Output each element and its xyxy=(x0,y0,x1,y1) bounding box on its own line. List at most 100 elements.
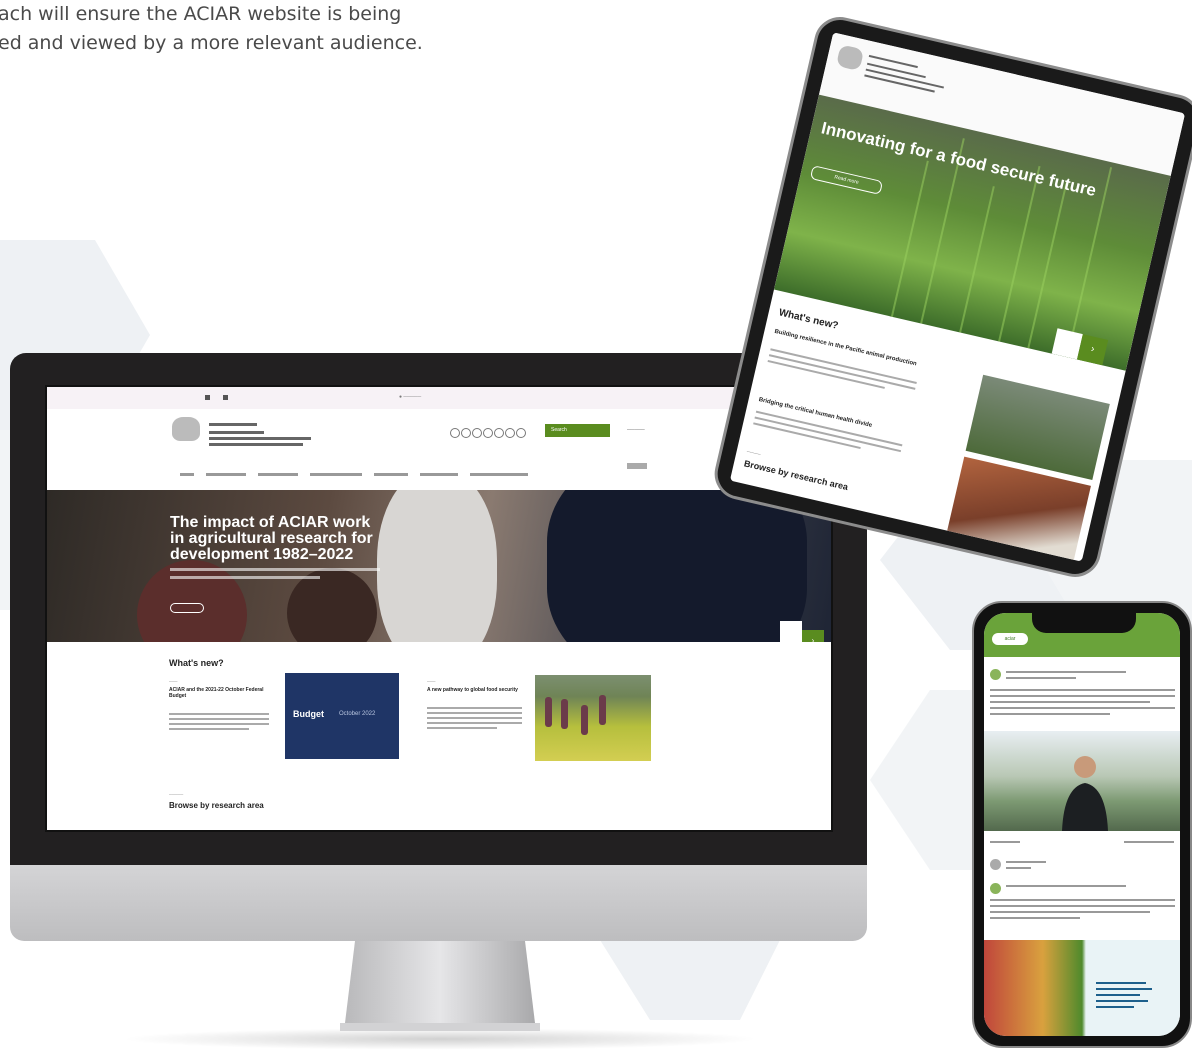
social-icon[interactable] xyxy=(461,428,471,438)
social-icon[interactable] xyxy=(505,428,515,438)
nav-item[interactable] xyxy=(180,473,194,477)
tablet-hero-button[interactable]: Read more xyxy=(809,165,884,195)
main-navigation xyxy=(180,466,540,484)
intro-line-1: ach will ensure the ACIAR website is bei… xyxy=(0,3,402,25)
phone-social-feed-screen: aciar xyxy=(984,613,1180,1036)
comment-avatar[interactable] xyxy=(990,859,1001,870)
site-utility-bar: ● ───── xyxy=(47,387,831,409)
budget-label: Budget xyxy=(293,709,324,719)
card-excerpt-line xyxy=(169,728,249,730)
card-excerpt-line xyxy=(767,359,885,389)
budget-sublabel: October 2022 xyxy=(339,711,376,717)
nav-item[interactable] xyxy=(310,473,362,477)
hero-read-more-button[interactable] xyxy=(170,603,204,613)
news-card-title[interactable]: A new pathway to global food security xyxy=(427,687,522,693)
card-excerpt-line xyxy=(427,717,522,719)
field-workers-photo[interactable] xyxy=(535,675,651,761)
nav-item[interactable] xyxy=(258,473,298,477)
card-excerpt-line xyxy=(427,722,522,724)
post-meta-line xyxy=(990,841,1020,843)
card-excerpt-line xyxy=(753,422,861,450)
hero-subtitle xyxy=(170,568,380,571)
browse-eyebrow: ───── xyxy=(746,448,762,457)
profile-avatar[interactable] xyxy=(990,669,1001,680)
tablet-whats-new-heading: What's new? xyxy=(777,307,840,332)
card-excerpt-line xyxy=(754,416,902,453)
hero-subtitle xyxy=(170,576,320,579)
post-text-line xyxy=(1006,677,1076,679)
nav-item[interactable] xyxy=(470,473,528,477)
tablet-news-card-title[interactable]: Building resilience in the Pacific anima… xyxy=(774,329,922,370)
social-icon[interactable] xyxy=(472,428,482,438)
card-category-label: ─── xyxy=(169,679,178,684)
comment-text-line xyxy=(1006,867,1031,869)
header-search-button[interactable]: Search xyxy=(545,424,610,437)
monitor-stand xyxy=(340,941,540,1031)
post-text-line xyxy=(990,707,1175,709)
hero-banner: The impact of ACIAR work in agricultural… xyxy=(47,490,831,642)
post-meta-line xyxy=(1124,841,1174,843)
hero-title: The impact of ACIAR work in agricultural… xyxy=(170,514,373,563)
australian-government-crest-logo[interactable] xyxy=(172,417,200,441)
browse-eyebrow: ───── xyxy=(169,792,184,797)
utility-link[interactable]: ● ───── xyxy=(399,394,421,400)
hero-carousel-controls: › xyxy=(780,621,824,642)
comment-text-line xyxy=(1006,861,1046,863)
hero-photo-person xyxy=(287,568,377,642)
logo-text-line xyxy=(209,423,257,426)
card-excerpt-line xyxy=(169,713,269,715)
post-text-line xyxy=(1006,885,1126,887)
facebook-icon[interactable] xyxy=(205,395,210,400)
card-excerpt-line xyxy=(169,718,269,720)
news-card-title[interactable]: ACIAR and the 2021-22 October Federal Bu… xyxy=(169,687,269,699)
post-text-line xyxy=(990,905,1175,907)
social-icon[interactable] xyxy=(483,428,493,438)
post-text-line xyxy=(1006,671,1126,673)
post-video-thumbnail[interactable] xyxy=(984,731,1180,831)
intro-line-2: ed and viewed by a more relevant audienc… xyxy=(0,32,423,54)
prev-arrow-icon[interactable] xyxy=(780,621,802,642)
nav-item[interactable] xyxy=(374,473,408,477)
desktop-website-screen: ● ───── Search ───── The impact of ACIAR… xyxy=(45,385,833,832)
post-text-line xyxy=(990,911,1150,913)
card-excerpt-line xyxy=(169,723,269,725)
twitter-icon[interactable] xyxy=(223,395,228,400)
post-text-line xyxy=(990,695,1175,697)
phone-notch xyxy=(1032,613,1136,633)
promo-text-block xyxy=(1096,982,1156,1012)
post-text-line xyxy=(990,701,1150,703)
hero-photo-person xyxy=(377,490,497,642)
card-excerpt-line xyxy=(427,712,522,714)
phone-device: aciar xyxy=(972,601,1192,1048)
card-excerpt-line xyxy=(427,727,497,729)
card-excerpt-line xyxy=(427,707,522,709)
post-text-line xyxy=(990,899,1175,901)
card-category-label: ─── xyxy=(427,679,436,684)
next-arrow-icon[interactable]: › xyxy=(1077,334,1109,366)
monitor-chin xyxy=(10,865,867,941)
social-icon[interactable] xyxy=(516,428,526,438)
profile-avatar[interactable] xyxy=(990,883,1001,894)
social-icons-row xyxy=(450,425,527,443)
post-text-line xyxy=(990,713,1110,715)
header-link[interactable]: ───── xyxy=(627,427,645,433)
hero-photo-person xyxy=(547,490,807,642)
post-text-line xyxy=(990,689,1175,691)
australian-government-crest-logo[interactable] xyxy=(835,44,865,72)
budget-card-image[interactable]: Budget October 2022 xyxy=(285,673,399,759)
social-icon[interactable] xyxy=(494,428,504,438)
logo-text-line xyxy=(209,443,303,446)
tablet-browse-heading: Browse by research area xyxy=(743,458,850,493)
promo-post-image[interactable] xyxy=(984,940,1180,1036)
nav-item[interactable] xyxy=(206,473,246,477)
nav-search-icon[interactable] xyxy=(627,463,647,469)
whats-new-heading: What's new? xyxy=(169,658,224,668)
nav-item[interactable] xyxy=(420,473,458,477)
brand-logo[interactable]: aciar xyxy=(992,633,1028,645)
logo-text-line xyxy=(209,431,264,434)
hero-photo-person xyxy=(137,560,247,642)
social-icon[interactable] xyxy=(450,428,460,438)
next-arrow-icon[interactable]: › xyxy=(802,630,824,642)
intro-paragraph: ach will ensure the ACIAR website is bei… xyxy=(0,0,518,58)
logo-text-line xyxy=(209,437,311,440)
